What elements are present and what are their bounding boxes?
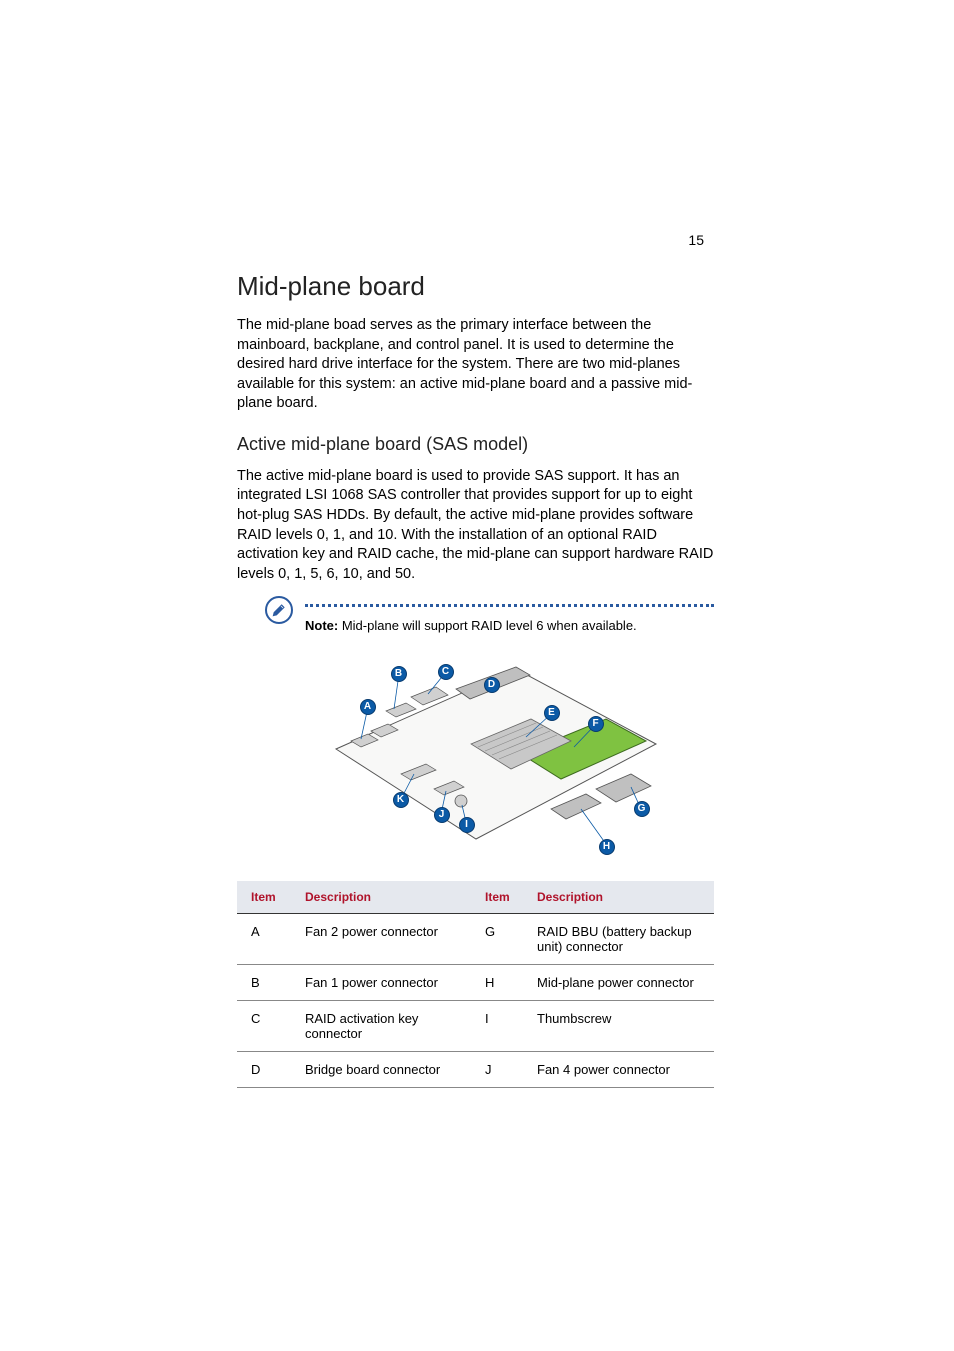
callout-j: J <box>434 807 450 823</box>
header-item-2: Item <box>475 881 527 914</box>
note-text: Note: Mid-plane will support RAID level … <box>305 617 714 635</box>
table-row: D Bridge board connector J Fan 4 power c… <box>237 1051 714 1087</box>
callout-e: E <box>544 705 560 721</box>
header-description-1: Description <box>295 881 475 914</box>
dotted-divider <box>305 604 714 607</box>
page-content: Mid-plane board The mid-plane boad serve… <box>237 271 714 1088</box>
callout-b: B <box>391 666 407 682</box>
intro-paragraph: The mid-plane boad serves as the primary… <box>237 316 714 414</box>
table-row: B Fan 1 power connector H Mid-plane powe… <box>237 964 714 1000</box>
cell-description: Fan 2 power connector <box>295 913 475 964</box>
callout-d: D <box>484 677 500 693</box>
cell-item: A <box>237 913 295 964</box>
callout-k: K <box>393 792 409 808</box>
callout-i: I <box>459 817 475 833</box>
header-description-2: Description <box>527 881 714 914</box>
heading-midplane-board: Mid-plane board <box>237 271 714 302</box>
cell-description: RAID activation key connector <box>295 1000 475 1051</box>
note-body: Mid-plane will support RAID level 6 when… <box>342 618 637 633</box>
callout-g: G <box>634 801 650 817</box>
cell-description: Bridge board connector <box>295 1051 475 1087</box>
cell-item: H <box>475 964 527 1000</box>
cell-description: Fan 4 power connector <box>527 1051 714 1087</box>
cell-item: I <box>475 1000 527 1051</box>
cell-description: Thumbscrew <box>527 1000 714 1051</box>
callout-h: H <box>599 839 615 855</box>
page-number: 15 <box>688 232 704 248</box>
table-row: C RAID activation key connector I Thumbs… <box>237 1000 714 1051</box>
header-item-1: Item <box>237 881 295 914</box>
cell-description: Fan 1 power connector <box>295 964 475 1000</box>
board-illustration <box>286 649 666 869</box>
pencil-note-icon <box>265 596 293 624</box>
cell-item: J <box>475 1051 527 1087</box>
cell-item: B <box>237 964 295 1000</box>
callout-a: A <box>360 699 376 715</box>
callout-f: F <box>588 716 604 732</box>
midplane-board-diagram: A B C D E F G H I J K <box>286 649 666 869</box>
table-header-row: Item Description Item Description <box>237 881 714 914</box>
subheading-active-midplane: Active mid-plane board (SAS model) <box>237 434 714 455</box>
cell-description: RAID BBU (battery backup unit) connector <box>527 913 714 964</box>
callout-c: C <box>438 664 454 680</box>
note-label: Note: <box>305 618 338 633</box>
connector-table: Item Description Item Description A Fan … <box>237 881 714 1088</box>
cell-item: C <box>237 1000 295 1051</box>
cell-item: D <box>237 1051 295 1087</box>
cell-item: G <box>475 913 527 964</box>
table-row: A Fan 2 power connector G RAID BBU (batt… <box>237 913 714 964</box>
sub-paragraph: The active mid-plane board is used to pr… <box>237 467 714 584</box>
cell-description: Mid-plane power connector <box>527 964 714 1000</box>
note-block: Note: Mid-plane will support RAID level … <box>237 604 714 635</box>
